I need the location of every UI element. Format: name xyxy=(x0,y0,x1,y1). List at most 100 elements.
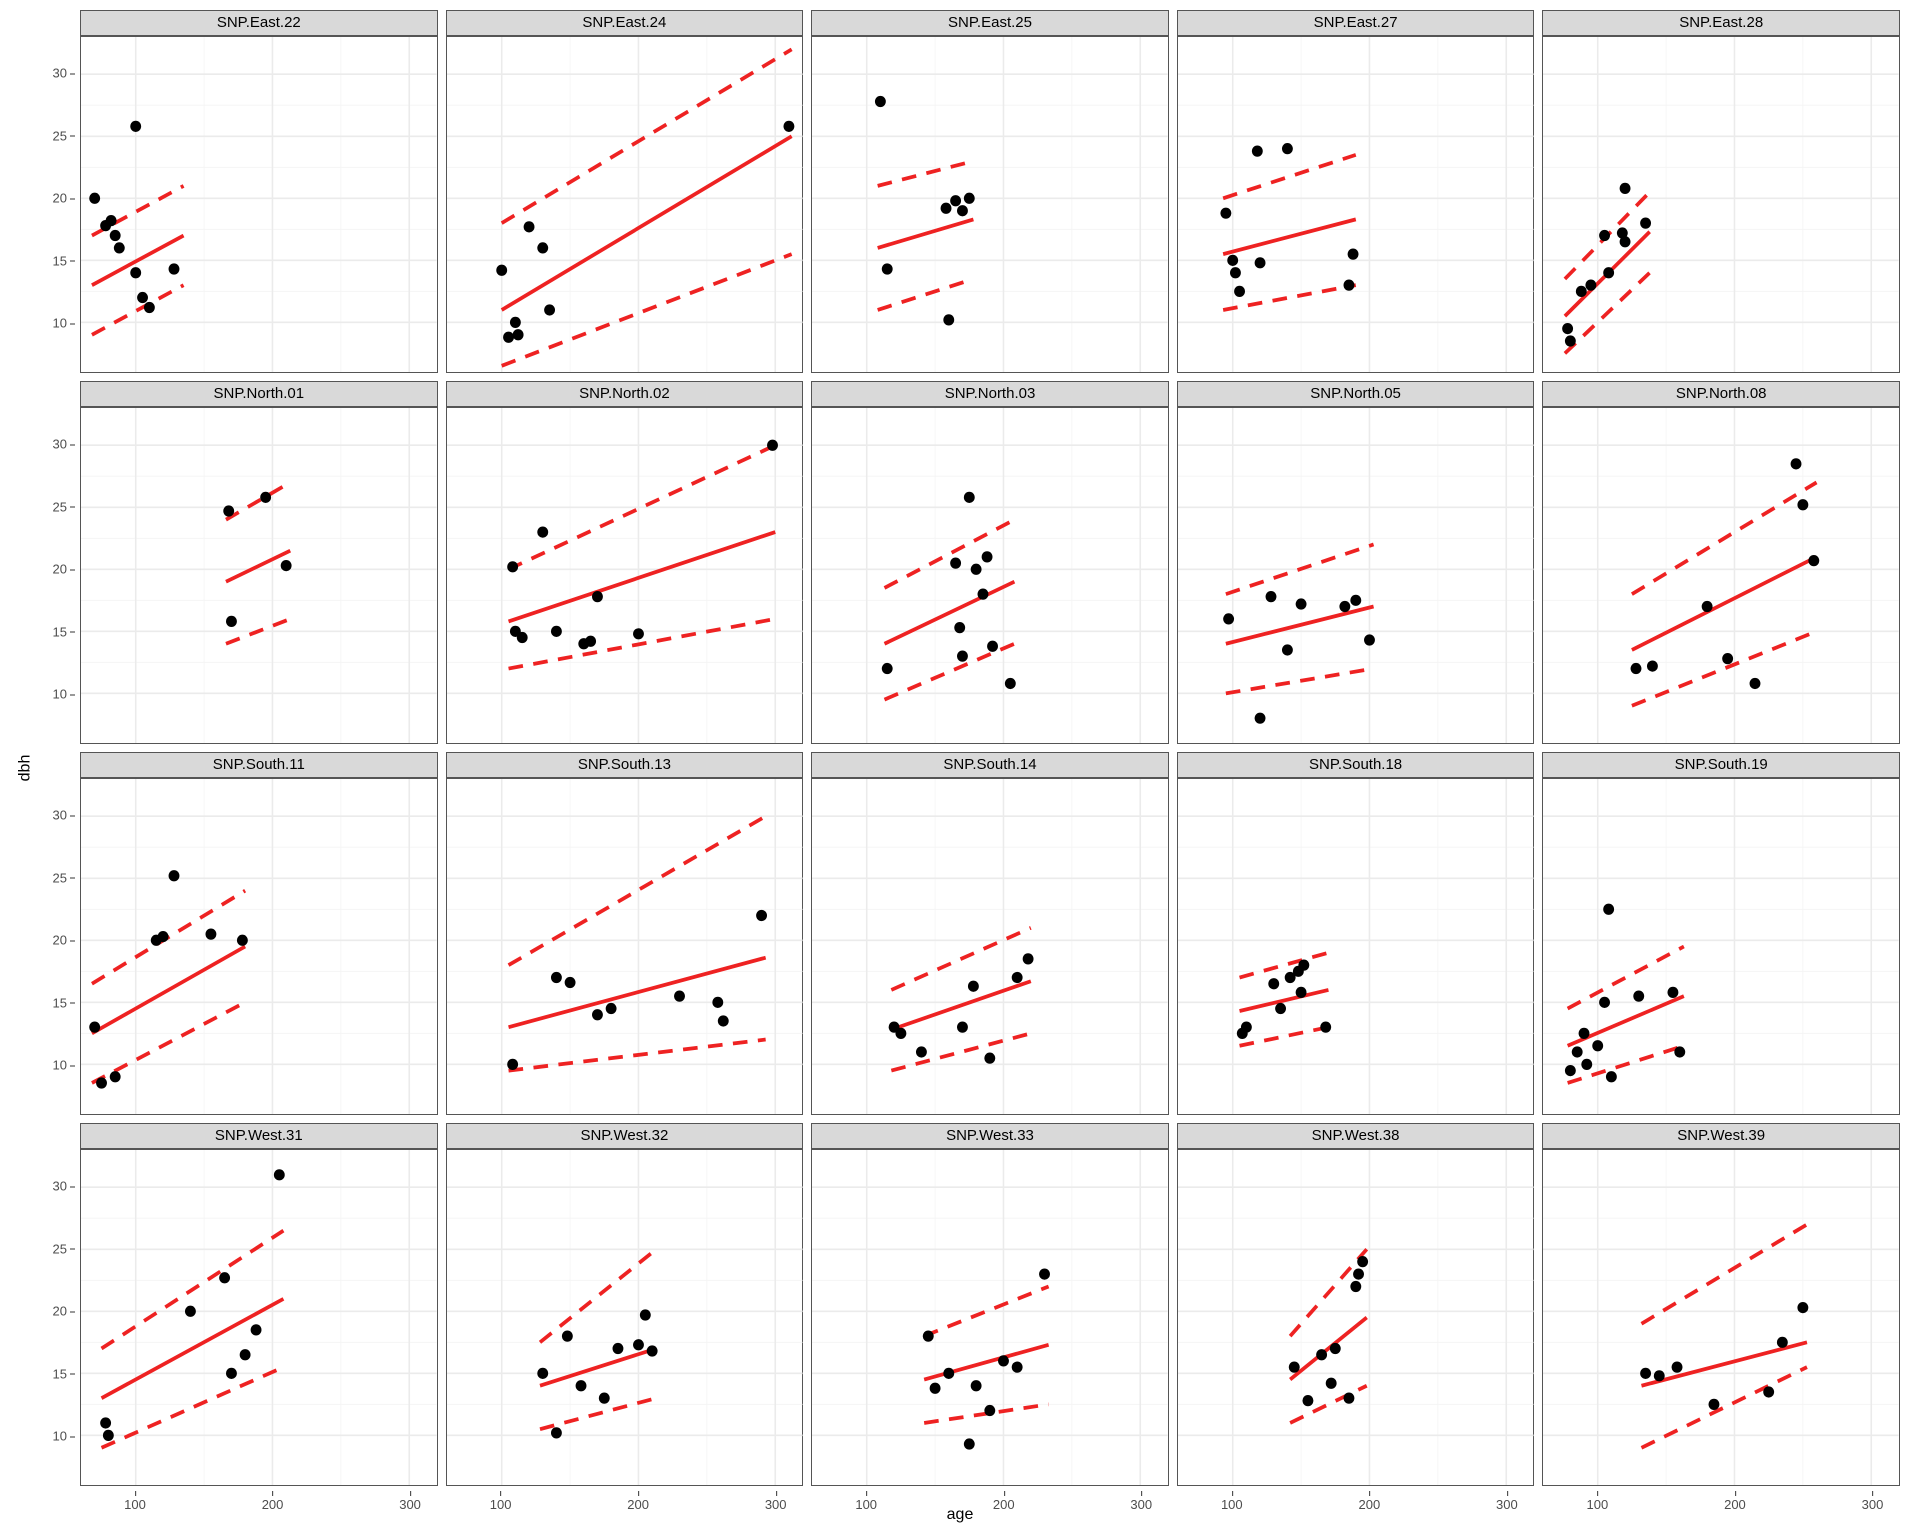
data-point xyxy=(1350,1281,1361,1292)
facet-strip-label: SNP.South.19 xyxy=(1542,752,1900,778)
data-point xyxy=(1302,1395,1313,1406)
data-point xyxy=(251,1324,262,1335)
y-tick-label: 25 xyxy=(35,499,67,514)
data-point xyxy=(89,1022,100,1033)
data-point xyxy=(592,1009,603,1020)
ci-lower-line xyxy=(92,285,184,335)
data-point xyxy=(1350,595,1361,606)
plot-panel xyxy=(811,1149,1169,1486)
data-point xyxy=(1675,1046,1686,1057)
data-point xyxy=(1668,987,1679,998)
data-point xyxy=(144,302,155,313)
data-point xyxy=(882,263,893,274)
data-point xyxy=(592,591,603,602)
data-point xyxy=(1631,663,1642,674)
data-point xyxy=(1282,143,1293,154)
data-point xyxy=(274,1169,285,1180)
data-point xyxy=(114,242,125,253)
facet-strip-label: SNP.East.25 xyxy=(811,10,1169,36)
data-point xyxy=(1647,660,1658,671)
data-point xyxy=(944,314,955,325)
data-point xyxy=(639,1309,650,1320)
y-tick-label: 15 xyxy=(35,253,67,268)
data-point xyxy=(930,1383,941,1394)
data-point xyxy=(1641,1368,1652,1379)
x-tick-label: 200 xyxy=(993,1497,1015,1512)
data-point xyxy=(1241,1022,1252,1033)
facet-panel: SNP.North.011015202530 xyxy=(80,381,438,744)
data-point xyxy=(226,616,237,627)
data-point xyxy=(1357,1256,1368,1267)
ci-lower-line xyxy=(1226,669,1374,694)
data-point xyxy=(507,1059,518,1070)
data-point xyxy=(941,203,952,214)
data-point xyxy=(1572,1046,1583,1057)
fit-line xyxy=(1632,557,1817,650)
facet-strip-label: SNP.East.24 xyxy=(446,10,804,36)
data-point xyxy=(523,221,534,232)
data-point xyxy=(1320,1022,1331,1033)
data-point xyxy=(1295,987,1306,998)
data-point xyxy=(756,910,767,921)
plot-panel xyxy=(811,778,1169,1115)
fit-line xyxy=(92,947,245,1034)
data-point xyxy=(1223,613,1234,624)
plot-panel xyxy=(1177,36,1535,373)
facet-strip-label: SNP.North.05 xyxy=(1177,381,1535,407)
data-point xyxy=(130,267,141,278)
data-point xyxy=(512,329,523,340)
y-tick-label: 25 xyxy=(35,1241,67,1256)
data-point xyxy=(537,1368,548,1379)
data-point xyxy=(1798,499,1809,510)
data-point xyxy=(957,1022,968,1033)
fit-line xyxy=(1223,219,1356,254)
data-point xyxy=(1582,1059,1593,1070)
data-point xyxy=(1234,286,1245,297)
facet-panel: SNP.South.18 xyxy=(1177,752,1535,1115)
fit-line xyxy=(226,551,290,582)
y-tick-label: 30 xyxy=(35,437,67,452)
data-point xyxy=(896,1028,907,1039)
data-point xyxy=(544,304,555,315)
data-point xyxy=(96,1077,107,1088)
data-point xyxy=(646,1345,657,1356)
facet-strip-label: SNP.West.32 xyxy=(446,1123,804,1149)
x-tick-label: 100 xyxy=(124,1497,146,1512)
x-tick-label: 300 xyxy=(765,1497,787,1512)
fit-line xyxy=(885,582,1015,644)
data-point xyxy=(950,557,961,568)
y-tick-label: 10 xyxy=(35,1429,67,1444)
data-point xyxy=(516,632,527,643)
data-point xyxy=(281,560,292,571)
facet-panel: SNP.West.311015202530100200300 xyxy=(80,1123,438,1486)
plot-panel xyxy=(1542,36,1900,373)
data-point xyxy=(964,193,975,204)
data-point xyxy=(978,588,989,599)
plot-panel xyxy=(446,407,804,744)
data-point xyxy=(1347,249,1358,260)
fit-line xyxy=(1290,1318,1367,1380)
ci-upper-line xyxy=(92,891,245,984)
ci-upper-line xyxy=(1239,953,1328,978)
ci-upper-line xyxy=(1223,155,1356,198)
data-point xyxy=(103,1430,114,1441)
facet-panel: SNP.East.24 xyxy=(446,10,804,373)
data-point xyxy=(1012,1362,1023,1373)
data-point xyxy=(1330,1343,1341,1354)
y-tick-label: 15 xyxy=(35,995,67,1010)
data-point xyxy=(260,492,271,503)
facet-strip-label: SNP.North.01 xyxy=(80,381,438,407)
ci-upper-line xyxy=(885,520,1015,588)
plot-panel xyxy=(1177,407,1535,744)
facet-scatter-chart: dbh age SNP.East.221015202530SNP.East.24… xyxy=(10,10,1910,1526)
data-point xyxy=(551,972,562,983)
data-point xyxy=(130,121,141,132)
data-point xyxy=(503,332,514,343)
ci-upper-line xyxy=(1290,1249,1367,1336)
x-tick-label: 300 xyxy=(1130,1497,1152,1512)
facet-panel: SNP.North.05 xyxy=(1177,381,1535,744)
x-tick-label: 200 xyxy=(1724,1497,1746,1512)
facet-strip-label: SNP.South.18 xyxy=(1177,752,1535,778)
y-tick-label: 10 xyxy=(35,1058,67,1073)
facet-strip-label: SNP.South.14 xyxy=(811,752,1169,778)
